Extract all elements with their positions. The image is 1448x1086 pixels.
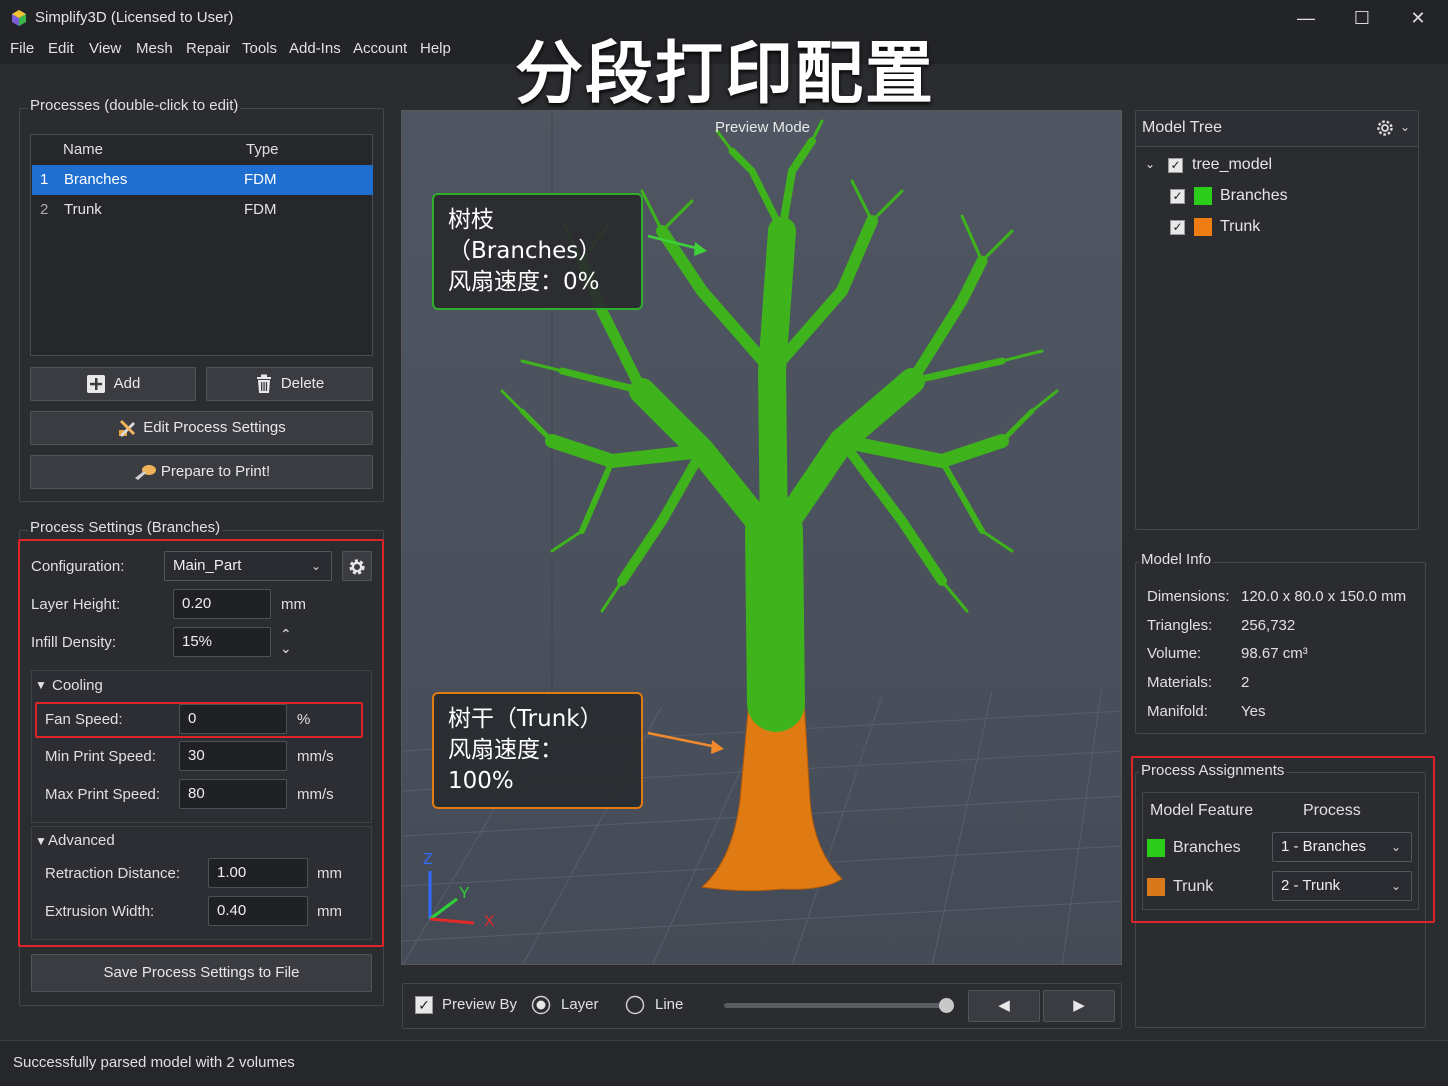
triangles-value: 256,732 (1241, 617, 1296, 634)
callout-arrows (647, 234, 724, 754)
add-process-button[interactable]: Add (30, 367, 196, 401)
expand-chevron-icon[interactable]: ⌄ (1145, 157, 1155, 171)
chevron-down-icon[interactable]: ⌄ (1400, 120, 1410, 134)
status-bar: Successfully parsed model with 2 volumes (0, 1040, 1448, 1086)
prepare-to-print-button[interactable]: Prepare to Print! (30, 455, 373, 489)
volume-label: Volume: (1147, 645, 1202, 662)
row-type: FDM (244, 171, 277, 188)
trunk-callout-title: 树干（Trunk） (448, 706, 603, 732)
preview-by-label: Preview By (442, 996, 518, 1013)
triangle-right-icon: ▶ (1073, 997, 1085, 1014)
previous-layer-button[interactable]: ◀ (968, 990, 1040, 1022)
process-settings-title: Process Settings (Branches) (28, 519, 223, 536)
layer-radio-label: Layer (561, 996, 599, 1013)
preview-by-checkbox[interactable]: ✓ (415, 996, 433, 1014)
3d-viewport[interactable]: Preview Mode 树枝（Branches） 风扇速度：0% 树干（Tru… (401, 110, 1122, 965)
column-header-type[interactable]: Type (246, 141, 279, 158)
menu-file[interactable]: File (10, 40, 34, 57)
gear-icon[interactable] (1375, 118, 1395, 138)
next-layer-button[interactable]: ▶ (1043, 990, 1115, 1022)
volume-value: 98.67 cm³ (1241, 645, 1308, 662)
menu-add-ins[interactable]: Add-Ins (289, 40, 341, 57)
row-index: 1 (40, 171, 49, 188)
trunk-checkbox[interactable]: ✓ (1170, 220, 1185, 235)
fan-speed-highlight-box (35, 702, 363, 738)
model-tree-title: Model Tree (1142, 119, 1223, 136)
plus-icon (86, 375, 105, 394)
processes-title: Processes (double-click to edit) (28, 97, 241, 114)
process-row[interactable]: 1 Branches FDM (32, 165, 373, 195)
tree-model-checkbox[interactable]: ✓ (1168, 158, 1183, 173)
print-nozzle-icon (134, 465, 156, 481)
layer-slider-track[interactable] (724, 1003, 950, 1008)
menu-view[interactable]: View (89, 40, 121, 57)
row-index: 2 (40, 201, 49, 218)
save-process-settings-button[interactable]: Save Process Settings to File (31, 954, 372, 992)
dimensions-label: Dimensions: (1147, 588, 1230, 605)
layer-radio[interactable] (531, 995, 551, 1015)
tree-item-branches[interactable]: Branches (1220, 187, 1288, 205)
axis-z-label: Z (423, 851, 433, 868)
materials-label: Materials: (1147, 674, 1213, 691)
trunk-callout: 树干（Trunk） 风扇速度：100% (432, 692, 643, 809)
branches-callout-title: 树枝（Branches） (448, 207, 602, 264)
edit-tools-icon (119, 419, 136, 438)
row-name: Trunk (64, 201, 102, 218)
assignments-highlight-box (1131, 756, 1435, 923)
line-radio-label: Line (655, 996, 684, 1013)
settings-highlight-box (18, 539, 384, 947)
app-logo-icon (12, 10, 26, 26)
materials-value: 2 (1241, 674, 1250, 691)
branches-color-swatch (1194, 187, 1212, 205)
minimize-button[interactable]: — (1284, 4, 1328, 32)
close-button[interactable]: ✕ (1396, 4, 1440, 32)
delete-label: Delete (280, 375, 325, 393)
manifold-label: Manifold: (1147, 703, 1208, 720)
row-name: Branches (64, 171, 128, 188)
delete-process-button[interactable]: Delete (206, 367, 373, 401)
menu-edit[interactable]: Edit (48, 40, 74, 57)
branches-callout-fan: 风扇速度：0% (448, 269, 600, 295)
triangle-left-icon: ◀ (998, 997, 1010, 1014)
triangles-label: Triangles: (1147, 617, 1213, 634)
preview-mode-label: Preview Mode (714, 119, 811, 136)
process-table[interactable]: Name Type 1 Branches FDM 2 Trunk FDM (30, 134, 373, 356)
axis-y-label: Y (459, 885, 470, 902)
branches-callout: 树枝（Branches） 风扇速度：0% (432, 193, 643, 310)
model-tree-panel (1135, 110, 1419, 530)
manifold-value: Yes (1241, 703, 1266, 720)
menu-repair[interactable]: Repair (186, 40, 230, 57)
layer-slider-handle[interactable] (939, 998, 954, 1013)
edit-process-label: Edit Process Settings (143, 419, 286, 437)
menu-tools[interactable]: Tools (242, 40, 277, 57)
axis-x-label: X (484, 913, 495, 930)
column-header-name[interactable]: Name (63, 141, 103, 158)
add-label: Add (113, 375, 141, 393)
maximize-button[interactable]: ☐ (1340, 4, 1384, 32)
trunk-callout-fan: 风扇速度：100% (448, 737, 563, 794)
banner-title: 分段打印配置 (515, 35, 936, 114)
trash-icon (256, 374, 271, 394)
menu-mesh[interactable]: Mesh (136, 40, 173, 57)
status-message: Successfully parsed model with 2 volumes (13, 1054, 295, 1071)
prepare-label: Prepare to Print! (160, 463, 271, 481)
edit-process-settings-button[interactable]: Edit Process Settings (30, 411, 373, 445)
model-info-title: Model Info (1139, 551, 1214, 568)
trunk-color-swatch (1194, 218, 1212, 236)
process-row[interactable]: 2 Trunk FDM (32, 195, 373, 225)
row-type: FDM (244, 201, 277, 218)
tree-root-label[interactable]: tree_model (1192, 156, 1272, 174)
line-radio[interactable] (625, 995, 645, 1015)
branches-checkbox[interactable]: ✓ (1170, 189, 1185, 204)
menu-help[interactable]: Help (420, 40, 451, 57)
tree-item-trunk[interactable]: Trunk (1220, 218, 1260, 236)
window-title: Simplify3D (Licensed to User) (35, 9, 234, 26)
menu-account[interactable]: Account (353, 40, 407, 57)
dimensions-value: 120.0 x 80.0 x 150.0 mm (1241, 588, 1407, 605)
